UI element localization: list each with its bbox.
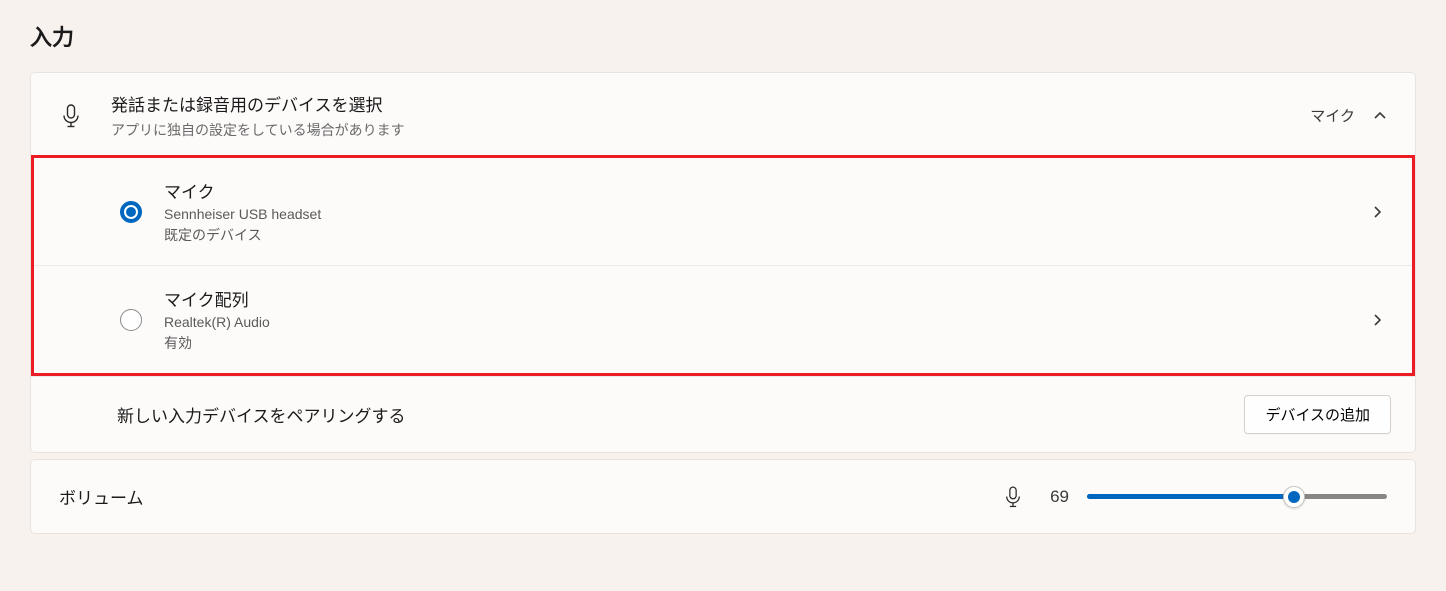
device-subtitle: Sennheiser USB headset: [164, 206, 1370, 222]
pair-new-input-device-label: 新しい入力デバイスをペアリングする: [117, 402, 1244, 427]
radio-selected-icon[interactable]: [120, 201, 142, 223]
choose-input-device-title: 発話または録音用のデバイスを選択: [111, 91, 1310, 116]
section-title-input: 入力: [30, 20, 1416, 52]
current-input-device-label: マイク: [1310, 105, 1355, 126]
add-device-button[interactable]: デバイスの追加: [1244, 395, 1391, 434]
device-status: 既定のデバイス: [164, 225, 1370, 245]
device-subtitle: Realtek(R) Audio: [164, 314, 1370, 330]
choose-input-device-subtitle: アプリに独自の設定をしている場合があります: [111, 120, 1310, 140]
volume-label: ボリューム: [59, 484, 1003, 509]
volume-value: 69: [1041, 487, 1069, 507]
chevron-up-icon[interactable]: [1373, 109, 1387, 123]
device-status: 有効: [164, 333, 1370, 353]
microphone-icon[interactable]: [1003, 486, 1023, 508]
input-device-list: マイク Sennheiser USB headset 既定のデバイス マイク配列…: [31, 155, 1415, 376]
input-device-option-mic[interactable]: マイク Sennheiser USB headset 既定のデバイス: [34, 158, 1412, 265]
microphone-icon: [59, 104, 83, 128]
input-volume-card: ボリューム 69: [30, 459, 1416, 534]
choose-input-device-header[interactable]: 発話または録音用のデバイスを選択 アプリに独自の設定をしている場合があります マ…: [31, 73, 1415, 158]
input-device-card: 発話または録音用のデバイスを選択 アプリに独自の設定をしている場合があります マ…: [30, 72, 1416, 453]
choose-input-device-text: 発話または録音用のデバイスを選択 アプリに独自の設定をしている場合があります: [111, 91, 1310, 140]
radio-unselected-icon[interactable]: [120, 309, 142, 331]
pair-new-input-device-row: 新しい入力デバイスをペアリングする デバイスの追加: [31, 376, 1415, 452]
device-title: マイク配列: [164, 286, 1370, 311]
chevron-right-icon[interactable]: [1370, 313, 1384, 327]
device-title: マイク: [164, 178, 1370, 203]
input-device-option-mic-array[interactable]: マイク配列 Realtek(R) Audio 有効: [34, 265, 1412, 373]
volume-slider[interactable]: [1087, 487, 1387, 507]
chevron-right-icon[interactable]: [1370, 205, 1384, 219]
